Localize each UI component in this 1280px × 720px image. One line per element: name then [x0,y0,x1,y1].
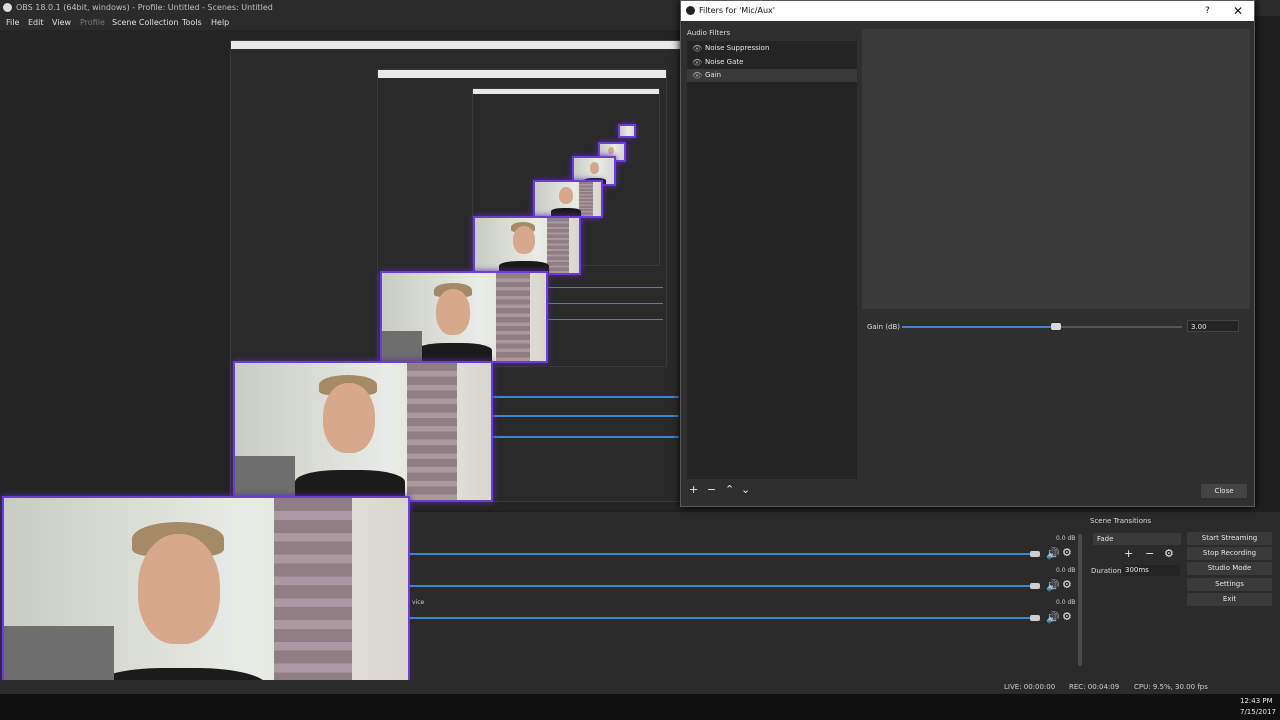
duration-value: 300ms [1125,566,1149,574]
filter-preview-area [862,29,1250,309]
mixer-db-3: 0.0 dB [1056,599,1076,606]
nested-slider [547,319,663,320]
filter-item-gain[interactable]: 👁 Gain [687,69,857,82]
filter-item-noise-gate[interactable]: 👁 Noise Gate [687,56,857,69]
duration-spinbox[interactable]: 300ms [1122,565,1180,576]
nested-titlebar [231,41,681,49]
status-bar: LIVE: 00:00:00 REC: 00:04:09 CPU: 9.5%, … [0,680,1280,694]
start-streaming-button[interactable]: Start Streaming [1187,532,1272,545]
gain-slider-fill [902,326,1056,328]
webcam-frame-small [473,216,581,275]
nested-slider [547,303,663,304]
duration-label: Duration [1091,567,1122,575]
filter-item-noise-suppression[interactable]: 👁 Noise Suppression [687,42,857,55]
nested-slider [547,287,663,288]
status-rec: REC: 00:04:09 [1069,683,1120,691]
filters-dialog-titlebar[interactable]: Filters for 'Mic/Aux' ? ✕ [681,1,1254,21]
nested-menubar [231,49,681,55]
nested-slider [493,396,679,398]
stop-recording-button[interactable]: Stop Recording [1187,547,1272,560]
close-button[interactable]: Close [1201,484,1247,498]
scene-transitions-header: Scene Transitions [1090,517,1152,525]
gain-value-input[interactable]: 3.00 [1187,320,1239,332]
mixer-volume-knob-1[interactable] [1030,551,1040,557]
mixer-db-1: 0.0 dB [1056,535,1076,542]
menu-help[interactable]: Help [211,16,229,30]
menu-bar: File Edit View Profile Scene Collection … [0,16,680,30]
nested-titlebar-3 [473,89,659,94]
preview-canvas[interactable] [0,30,682,510]
menu-view[interactable]: View [52,16,71,30]
speaker-icon[interactable]: 🔊 [1046,580,1060,591]
webcam-frame-large [233,361,493,502]
exit-button[interactable]: Exit [1187,593,1272,606]
remove-filter-icon[interactable]: − [707,483,716,496]
gain-slider-knob[interactable] [1051,323,1061,330]
studio-mode-button[interactable]: Studio Mode [1187,562,1272,575]
menu-file[interactable]: File [6,16,19,30]
move-down-icon[interactable]: ⌄ [741,483,750,496]
help-button[interactable]: ? [1205,1,1210,21]
filter-label: Gain [705,71,722,79]
eye-icon[interactable]: 👁 [692,56,702,69]
transition-select[interactable]: Fade [1093,533,1181,545]
speaker-icon[interactable]: 🔊 [1046,548,1060,559]
mixer-channel-name: vice [412,599,425,606]
settings-button[interactable]: Settings [1187,578,1272,591]
gear-icon[interactable]: ⚙ [1062,547,1072,558]
gain-label: Gain (dB) [867,323,901,331]
menu-scene-collection[interactable]: Scene Collection [112,16,179,30]
add-transition-icon[interactable]: + [1124,548,1133,559]
mixer-volume-slider-1[interactable] [410,553,1040,555]
transition-select-value: Fade [1097,535,1114,543]
mixer-volume-slider-2[interactable] [410,585,1040,587]
webcam-frame-small [533,180,603,218]
menu-edit[interactable]: Edit [28,16,44,30]
close-icon[interactable]: ✕ [1233,1,1243,21]
audio-filters-header: Audio Filters [687,29,731,37]
menu-profile[interactable]: Profile [80,16,105,30]
gain-value: 3.00 [1191,323,1207,331]
obs-logo-icon [3,3,12,12]
mixer-scrollbar[interactable] [1078,534,1082,666]
status-live: LIVE: 00:00:00 [1004,683,1056,691]
webcam-frame-tiny [618,124,636,138]
windows-taskbar: 12:43 PM 7/15/2017 [0,694,1280,720]
mixer-volume-slider-3[interactable] [410,617,1040,619]
eye-icon[interactable]: 👁 [692,69,702,82]
remove-transition-icon[interactable]: − [1145,548,1154,559]
filters-dialog-title: Filters for 'Mic/Aux' [699,6,775,15]
filter-label: Noise Suppression [705,44,770,52]
taskbar-date: 7/15/2017 [1240,708,1276,716]
mixer-volume-knob-2[interactable] [1030,583,1040,589]
filters-dialog: Filters for 'Mic/Aux' ? ✕ Audio Filters … [680,0,1255,507]
mixer-db-2: 0.0 dB [1056,567,1076,574]
filter-label: Noise Gate [705,58,744,66]
gear-icon[interactable]: ⚙ [1164,548,1174,559]
move-up-icon[interactable]: ⌃ [725,483,734,496]
speaker-icon[interactable]: 🔊 [1046,612,1060,623]
main-window-title: OBS 18.0.1 (64bit, windows) - Profile: U… [16,3,273,12]
taskbar-time: 12:43 PM [1240,697,1273,705]
webcam-frame-medium [380,271,548,363]
add-filter-icon[interactable]: + [689,483,698,496]
audio-filters-list: 👁 Noise Suppression 👁 Noise Gate 👁 Gain [687,41,857,479]
mixer-volume-knob-3[interactable] [1030,615,1040,621]
gear-icon[interactable]: ⚙ [1062,579,1072,590]
menu-tools[interactable]: Tools [182,16,202,30]
nested-titlebar-2 [378,70,666,78]
nested-slider [493,415,679,417]
obs-logo-icon [686,6,695,15]
bottom-dock: 0.0 dB 🔊 ⚙ 0.0 dB 🔊 ⚙ vice 0.0 dB 🔊 ⚙ Sc… [410,512,1280,680]
gear-icon[interactable]: ⚙ [1062,611,1072,622]
status-cpu: CPU: 9.5%, 30.00 fps [1134,683,1208,691]
eye-icon[interactable]: 👁 [692,42,702,55]
nested-slider [493,436,679,438]
